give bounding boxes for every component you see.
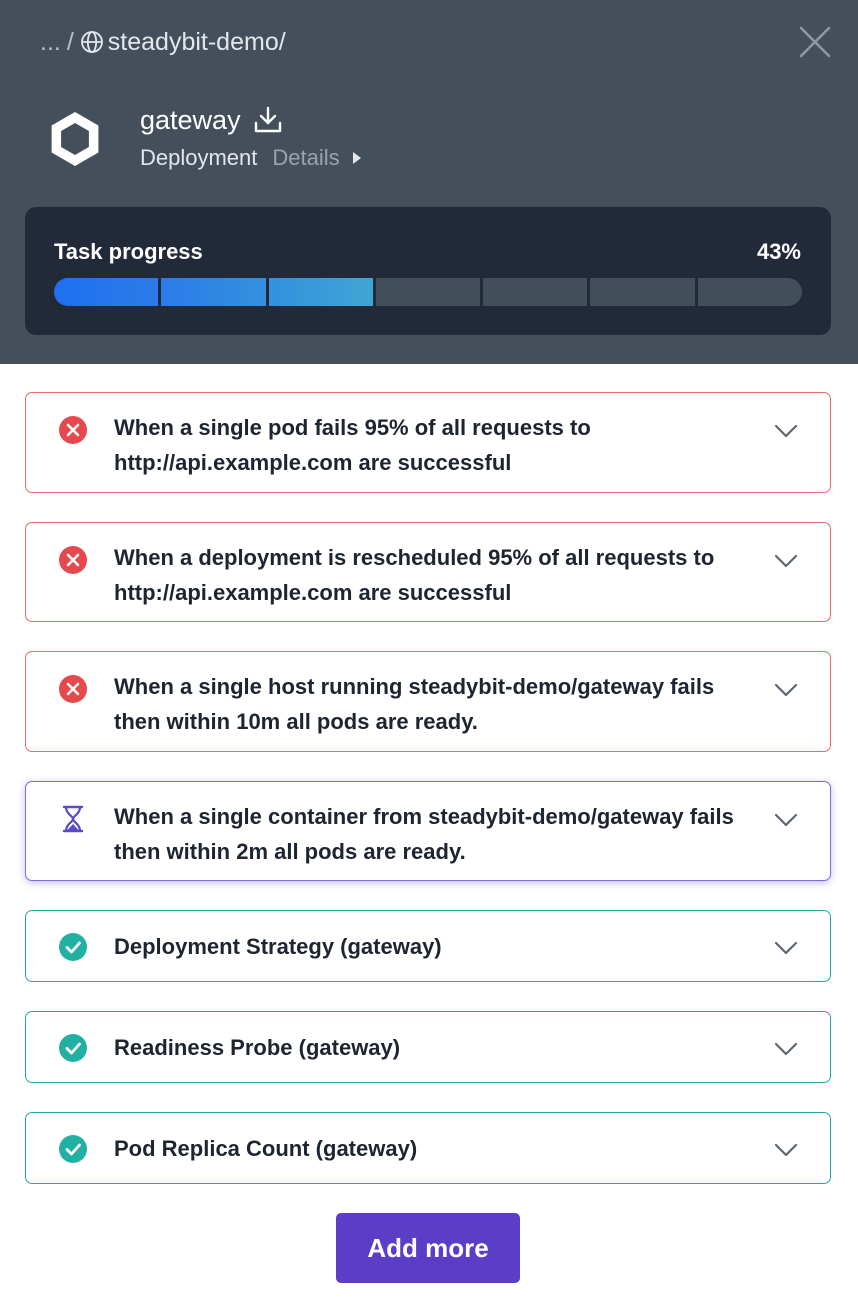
- check-circle-icon: [59, 1034, 87, 1062]
- progress-bar: [54, 278, 802, 306]
- chevron-down-icon[interactable]: [774, 941, 798, 955]
- task-progress-card: Task progress 43%: [25, 207, 831, 335]
- progress-segment-empty: [483, 278, 588, 306]
- x-circle-icon: [59, 546, 87, 574]
- check-card-failed[interactable]: When a single host running steadybit-dem…: [25, 651, 831, 752]
- check-card-passed[interactable]: Pod Replica Count (gateway): [25, 1112, 831, 1184]
- subtitle-row: Deployment Details: [140, 143, 362, 173]
- chevron-down-icon[interactable]: [774, 1042, 798, 1056]
- check-title: When a single host running steadybit-dem…: [114, 674, 715, 734]
- check-title: Readiness Probe (gateway): [114, 1035, 401, 1060]
- check-card-passed[interactable]: Deployment Strategy (gateway): [25, 910, 831, 982]
- download-icon[interactable]: [253, 105, 283, 135]
- caret-right-icon: [352, 152, 361, 164]
- progress-percent: 43%: [756, 239, 801, 264]
- progress-segment-filled: [54, 278, 159, 306]
- details-link[interactable]: Details: [272, 145, 361, 171]
- check-card-running[interactable]: When a single container from steadybit-d…: [25, 781, 831, 881]
- chevron-down-icon[interactable]: [774, 1143, 798, 1157]
- target-type: Deployment: [140, 145, 258, 170]
- add-more-button[interactable]: Add more: [336, 1213, 520, 1283]
- x-circle-icon: [59, 675, 87, 703]
- x-circle-icon: [59, 416, 87, 444]
- globe-icon: [80, 31, 103, 53]
- progress-segment-filled: [268, 278, 373, 306]
- check-title: When a deployment is rescheduled 95% of …: [114, 545, 715, 605]
- check-card-failed[interactable]: When a single pod fails 95% of all reque…: [25, 392, 831, 493]
- breadcrumb-namespace[interactable]: steadybit-demo/: [108, 28, 286, 57]
- check-title: When a single pod fails 95% of all reque…: [114, 415, 591, 475]
- check-title: Pod Replica Count (gateway): [114, 1136, 418, 1161]
- chevron-down-icon[interactable]: [774, 813, 798, 827]
- deployment-hexagon-icon: [51, 112, 99, 166]
- chevron-down-icon[interactable]: [774, 683, 798, 697]
- title-row: gateway: [140, 102, 283, 138]
- check-card-failed[interactable]: When a deployment is rescheduled 95% of …: [25, 522, 831, 622]
- check-card-passed[interactable]: Readiness Probe (gateway): [25, 1011, 831, 1083]
- breadcrumb: ... / steadybit-demo/: [40, 26, 286, 58]
- progress-segment-empty: [375, 278, 481, 306]
- check-circle-icon: [59, 1135, 87, 1163]
- progress-label: Task progress: [54, 239, 203, 264]
- details-label: Details: [272, 145, 340, 170]
- breadcrumb-ellipsis[interactable]: ...: [40, 28, 61, 57]
- progress-segment-empty: [697, 278, 802, 306]
- breadcrumb-separator: /: [66, 27, 74, 56]
- chevron-down-icon[interactable]: [774, 554, 798, 568]
- hourglass-icon: [62, 805, 84, 833]
- progress-segment-empty: [590, 278, 695, 306]
- progress-segment-filled: [161, 278, 266, 306]
- check-title: Deployment Strategy (gateway): [114, 934, 442, 959]
- close-icon[interactable]: [798, 25, 832, 59]
- page-title: gateway: [140, 104, 241, 135]
- check-title: When a single container from steadybit-d…: [114, 804, 734, 864]
- check-circle-icon: [59, 933, 87, 961]
- chevron-down-icon[interactable]: [774, 424, 798, 438]
- header-panel: ... / steadybit-demo/ gateway Deployment…: [0, 0, 858, 364]
